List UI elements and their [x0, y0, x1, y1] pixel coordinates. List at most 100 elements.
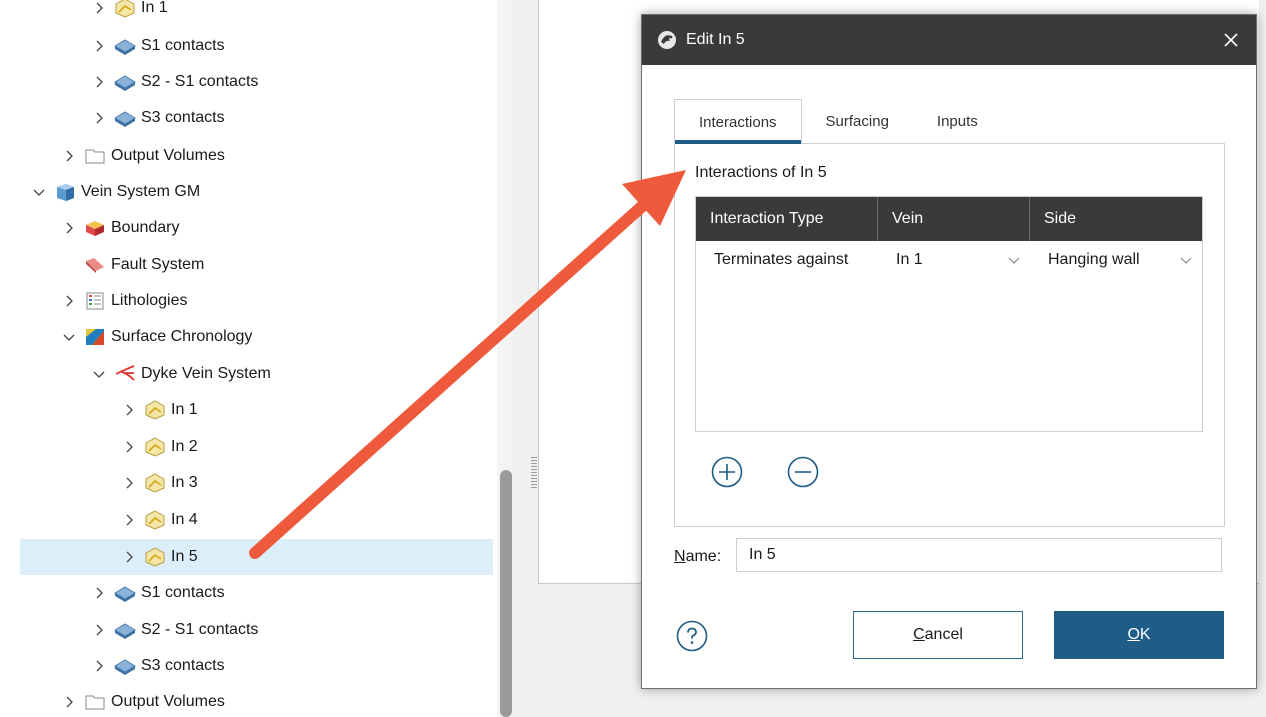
dialog-titlebar[interactable]: Edit In 5: [642, 15, 1256, 65]
tree-item[interactable]: In 2: [20, 429, 493, 465]
chevron-right-icon[interactable]: [90, 621, 108, 639]
table-row[interactable]: Terminates against In 1 Hanging wall: [696, 241, 1202, 279]
tab-label: Inputs: [936, 112, 978, 130]
tree-item[interactable]: Fault System: [20, 247, 493, 283]
tree-item-label: S3 contacts: [141, 657, 225, 674]
fault-system-icon: [84, 255, 106, 275]
vein-icon: [144, 547, 166, 567]
tree-item[interactable]: Lithologies: [20, 283, 493, 319]
chevron-right-icon[interactable]: [90, 37, 108, 55]
tree-item[interactable]: S2 - S1 contacts: [20, 64, 493, 100]
tree-item-label: Fault System: [111, 256, 205, 273]
name-label: Name:: [674, 548, 722, 565]
tree-item-label: S2 - S1 contacts: [141, 73, 259, 90]
vein-icon: [144, 400, 166, 420]
edit-vein-dialog: Edit In 5 Interactions Surfacing Inputs …: [641, 14, 1257, 689]
tree-item[interactable]: Output Volumes: [20, 684, 493, 717]
tree-item-label: In 3: [171, 474, 198, 491]
vein-system-icon: [114, 364, 136, 384]
chevron-right-icon[interactable]: [120, 438, 138, 456]
chevron-right-icon[interactable]: [90, 657, 108, 675]
tree-item-label: In 4: [171, 511, 198, 528]
column-header-vein[interactable]: Vein: [878, 197, 1030, 241]
contact-surface-icon: [114, 72, 136, 92]
close-icon: [1224, 33, 1238, 47]
chevron-right-icon[interactable]: [120, 511, 138, 529]
folder-icon: [84, 692, 106, 712]
tree-item[interactable]: S3 contacts: [20, 100, 493, 136]
chevron-down-icon[interactable]: [30, 183, 48, 201]
tab-interactions[interactable]: Interactions: [674, 99, 802, 144]
lithologies-icon: [84, 291, 106, 311]
chevron-down-icon[interactable]: [90, 365, 108, 383]
tree-item-label: Boundary: [111, 219, 180, 236]
remove-circle-icon[interactable]: [787, 456, 819, 488]
ok-button[interactable]: OK: [1054, 611, 1224, 659]
chevron-right-icon[interactable]: [120, 401, 138, 419]
geological-model-icon: [54, 182, 76, 202]
vein-icon: [144, 473, 166, 493]
tree-item[interactable]: S3 contacts: [20, 648, 493, 684]
chevron-right-icon[interactable]: [60, 147, 78, 165]
tree-item[interactable]: Dyke Vein System: [20, 356, 493, 392]
surface-chronology-icon: [84, 327, 106, 347]
vein-dropdown[interactable]: In 1: [878, 241, 1030, 279]
tree-scrollbar-thumb[interactable]: [500, 470, 512, 717]
tree-item-label: Vein System GM: [81, 183, 201, 200]
cancel-button[interactable]: Cancel: [853, 611, 1023, 659]
tree-item-label: In 1: [171, 401, 198, 418]
add-circle-icon[interactable]: [711, 456, 743, 488]
tree-item[interactable]: Surface Chronology: [20, 319, 493, 355]
vein-icon: [144, 510, 166, 530]
tree-item[interactable]: S2 - S1 contacts: [20, 612, 493, 648]
tab-inputs[interactable]: Inputs: [913, 99, 1002, 143]
tree-item[interactable]: S1 contacts: [20, 575, 493, 611]
tree-item-label: In 2: [171, 438, 198, 455]
contact-surface-icon: [114, 583, 136, 603]
chevron-right-icon[interactable]: [90, 0, 108, 17]
panel-splitter-handle[interactable]: [531, 456, 537, 488]
interactions-panel: Interactions of In 5 Interaction Type Ve…: [674, 143, 1225, 527]
tree-item[interactable]: S1 contacts: [20, 28, 493, 64]
tree-item[interactable]: Boundary: [20, 210, 493, 246]
cancel-label: Cancel: [913, 626, 963, 643]
help-icon[interactable]: [676, 620, 708, 652]
ok-label: OK: [1127, 626, 1151, 643]
vein-dropdown-value: In 1: [896, 251, 923, 268]
contact-surface-icon: [114, 656, 136, 676]
tree-item[interactable]: In 1: [20, 0, 493, 26]
column-header-interaction-type[interactable]: Interaction Type: [696, 197, 878, 241]
vein-icon: [144, 437, 166, 457]
chevron-right-icon[interactable]: [60, 693, 78, 711]
tree-item-label: Dyke Vein System: [141, 365, 271, 382]
chevron-down-icon: [1180, 257, 1192, 264]
tree-item[interactable]: In 4: [20, 502, 493, 538]
tree-item[interactable]: In 5: [20, 539, 493, 575]
chevron-right-icon[interactable]: [60, 292, 78, 310]
project-tree: In 1 S1 contacts S2 - S1 contacts S3 contac…: [0, 0, 513, 717]
side-dropdown[interactable]: Hanging wall: [1030, 241, 1202, 279]
interaction-type-cell[interactable]: Terminates against: [696, 241, 878, 279]
chevron-right-icon[interactable]: [90, 109, 108, 127]
tree-item[interactable]: Output Volumes: [20, 138, 493, 174]
tree-item-label: S1 contacts: [141, 584, 225, 601]
chevron-right-icon[interactable]: [60, 219, 78, 237]
chevron-right-icon[interactable]: [120, 474, 138, 492]
close-button[interactable]: [1218, 27, 1244, 53]
side-dropdown-value: Hanging wall: [1048, 251, 1140, 268]
contact-surface-icon: [114, 36, 136, 56]
tree-item[interactable]: In 1: [20, 392, 493, 428]
tree-item[interactable]: Vein System GM: [20, 174, 493, 210]
chevron-right-icon[interactable]: [120, 548, 138, 566]
chevron-down-icon[interactable]: [60, 328, 78, 346]
tree-item-label: Output Volumes: [111, 693, 225, 710]
chevron-down-icon: [1008, 257, 1020, 264]
chevron-right-icon[interactable]: [90, 73, 108, 91]
tab-surfacing[interactable]: Surfacing: [802, 99, 913, 143]
tree-item[interactable]: In 3: [20, 465, 493, 501]
name-input[interactable]: [736, 538, 1222, 572]
column-header-side[interactable]: Side: [1030, 197, 1202, 241]
dialog-title: Edit In 5: [686, 31, 745, 48]
chevron-right-icon[interactable]: [90, 584, 108, 602]
contact-surface-icon: [114, 620, 136, 640]
